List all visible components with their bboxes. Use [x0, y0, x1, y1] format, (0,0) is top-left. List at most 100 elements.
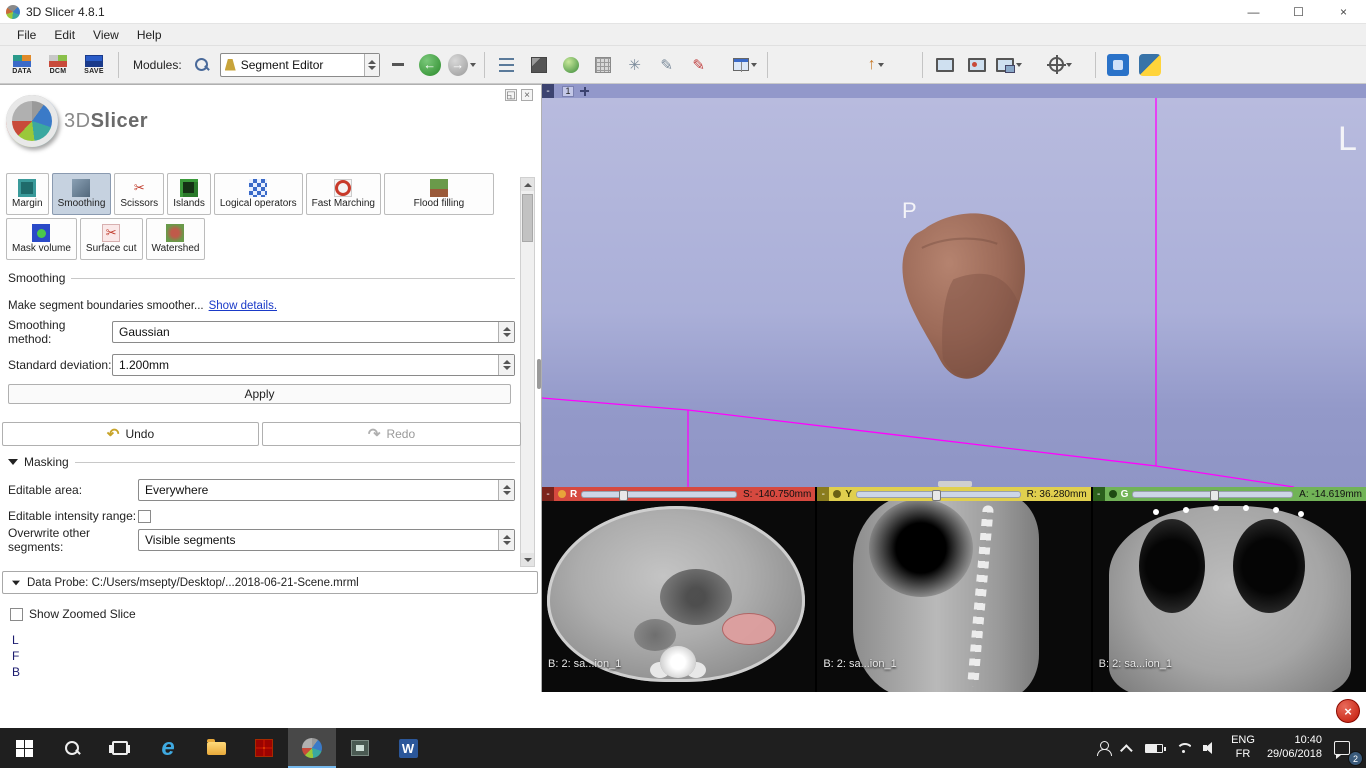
- pushpin-icon[interactable]: [1109, 490, 1117, 498]
- close-overlay-button[interactable]: ×: [1336, 699, 1360, 723]
- module-back-button[interactable]: ←: [416, 51, 444, 79]
- load-data-button[interactable]: DATA: [6, 49, 38, 81]
- apply-button[interactable]: Apply: [8, 384, 511, 404]
- effect-logical-operators[interactable]: Logical operators: [214, 173, 303, 215]
- maximize-button[interactable]: ☐: [1276, 0, 1321, 24]
- yellow-collapse-button[interactable]: -: [817, 487, 829, 501]
- red-slice-slider[interactable]: [581, 491, 737, 498]
- subject-hierarchy-button[interactable]: [493, 51, 521, 79]
- menu-file[interactable]: File: [8, 26, 45, 44]
- dicom-button[interactable]: DCM: [42, 49, 74, 81]
- combo-spinner[interactable]: [498, 480, 514, 500]
- view-3d-collapse-button[interactable]: -: [542, 84, 554, 98]
- slicer-taskbar-button[interactable]: [288, 728, 336, 768]
- close-panel-icon[interactable]: ×: [521, 89, 533, 101]
- menu-help[interactable]: Help: [128, 26, 171, 44]
- view-3d-pin-icon[interactable]: [580, 87, 589, 96]
- effect-fast-marching[interactable]: Fast Marching: [306, 173, 381, 215]
- view-3d-canvas[interactable]: P L: [542, 98, 1366, 487]
- panel-scrollbar-thumb[interactable]: [537, 359, 541, 389]
- effect-mask-volume[interactable]: Mask volume: [6, 218, 77, 260]
- effect-margin[interactable]: Margin: [6, 173, 49, 215]
- red-slice-offset[interactable]: S: -140.750mm: [743, 489, 815, 500]
- scroll-up-icon[interactable]: [521, 178, 534, 191]
- green-slice-image[interactable]: B: 2: sa...ion_1: [1093, 501, 1366, 692]
- scene-view-button[interactable]: [963, 51, 991, 79]
- slider-handle[interactable]: [619, 490, 628, 501]
- effect-watershed[interactable]: Watershed: [146, 218, 206, 260]
- effect-surface-cut[interactable]: ✂ Surface cut: [80, 218, 143, 260]
- options-scrollbar[interactable]: [520, 177, 535, 567]
- intensity-range-checkbox[interactable]: [138, 510, 151, 523]
- app-window-button[interactable]: [336, 728, 384, 768]
- scroll-down-icon[interactable]: [521, 553, 534, 566]
- yellow-slice-letter[interactable]: Y: [845, 489, 852, 500]
- edge-button[interactable]: e: [144, 728, 192, 768]
- volume-rendering-button[interactable]: [557, 51, 585, 79]
- mouse-interaction-button[interactable]: ↑: [862, 51, 890, 79]
- start-button[interactable]: [0, 728, 48, 768]
- green-slice-slider[interactable]: [1132, 491, 1293, 498]
- minimize-button[interactable]: —: [1231, 0, 1276, 24]
- red-slice-image[interactable]: B: 2: sa...ion_1: [542, 501, 815, 692]
- file-explorer-button[interactable]: [192, 728, 240, 768]
- red-collapse-button[interactable]: -: [542, 487, 554, 501]
- module-selector-spinner[interactable]: [364, 54, 379, 76]
- overwrite-combobox[interactable]: Visible segments: [138, 529, 515, 551]
- compare-view-button[interactable]: [995, 51, 1023, 79]
- battery-icon[interactable]: [1145, 744, 1163, 753]
- menu-view[interactable]: View: [84, 26, 128, 44]
- masking-group-header[interactable]: Masking: [8, 455, 515, 469]
- language-indicator[interactable]: ENG FR: [1231, 734, 1255, 762]
- show-details-link[interactable]: Show details.: [209, 300, 277, 312]
- volume-icon[interactable]: [1203, 742, 1219, 754]
- effect-flood-filling[interactable]: Flood filling: [384, 173, 494, 215]
- pushpin-icon[interactable]: [833, 490, 841, 498]
- transforms-button[interactable]: ✳: [621, 51, 649, 79]
- effect-smoothing[interactable]: Smoothing: [52, 173, 112, 215]
- undo-button[interactable]: ↶ Undo: [2, 422, 259, 446]
- crosshair-button[interactable]: [1047, 51, 1075, 79]
- volume-button[interactable]: [525, 51, 553, 79]
- smoothing-method-combobox[interactable]: Gaussian: [112, 321, 515, 343]
- close-button[interactable]: ×: [1321, 0, 1366, 24]
- effect-islands[interactable]: Islands: [167, 173, 211, 215]
- effect-scissors[interactable]: ✂ Scissors: [114, 173, 164, 215]
- yellow-slice-image[interactable]: B: 2: sa...ion_1: [817, 501, 1090, 692]
- module-forward-button[interactable]: →: [448, 51, 476, 79]
- redo-button[interactable]: ↷ Redo: [262, 422, 521, 446]
- show-zoomed-slice-checkbox[interactable]: [10, 608, 23, 621]
- module-search-button[interactable]: [188, 51, 216, 79]
- editable-area-combobox[interactable]: Everywhere: [138, 479, 515, 501]
- stddev-spinbox[interactable]: 1.200mm: [112, 354, 515, 376]
- menu-edit[interactable]: Edit: [45, 26, 84, 44]
- slider-handle[interactable]: [932, 490, 941, 501]
- layout-selector-button[interactable]: [731, 51, 759, 79]
- module-history-button[interactable]: [384, 51, 412, 79]
- extensions-button[interactable]: [1104, 51, 1132, 79]
- save-button[interactable]: SAVE: [78, 49, 110, 81]
- hidden-icons-chevron[interactable]: [1120, 744, 1133, 757]
- taskbar-search-button[interactable]: [48, 728, 96, 768]
- people-icon[interactable]: [1096, 741, 1112, 755]
- markups-button[interactable]: ✎: [685, 51, 713, 79]
- python-console-button[interactable]: [1136, 51, 1164, 79]
- green-slice-letter[interactable]: G: [1121, 489, 1129, 500]
- slider-handle[interactable]: [1210, 490, 1219, 501]
- task-view-button[interactable]: [96, 728, 144, 768]
- data-probe-bar[interactable]: Data Probe: C:/Users/msepty/Desktop/...2…: [2, 571, 538, 594]
- yellow-slice-slider[interactable]: [856, 491, 1021, 498]
- word-button[interactable]: W: [384, 728, 432, 768]
- undock-panel-icon[interactable]: ◱: [505, 89, 517, 101]
- clock[interactable]: 10:40 29/06/2018: [1267, 734, 1322, 762]
- annotations-button[interactable]: ✎: [653, 51, 681, 79]
- scrollbar-thumb[interactable]: [522, 194, 533, 242]
- segment-3d-model[interactable]: [880, 206, 1058, 380]
- spinbox-arrows[interactable]: [498, 355, 514, 375]
- action-center-icon[interactable]: [1334, 741, 1350, 755]
- combo-spinner[interactable]: [498, 322, 514, 342]
- green-slice-offset[interactable]: A: -14.619mm: [1299, 489, 1366, 500]
- yellow-slice-offset[interactable]: R: 36.280mm: [1027, 489, 1091, 500]
- red-slice-letter[interactable]: R: [570, 489, 577, 500]
- models-button[interactable]: [589, 51, 617, 79]
